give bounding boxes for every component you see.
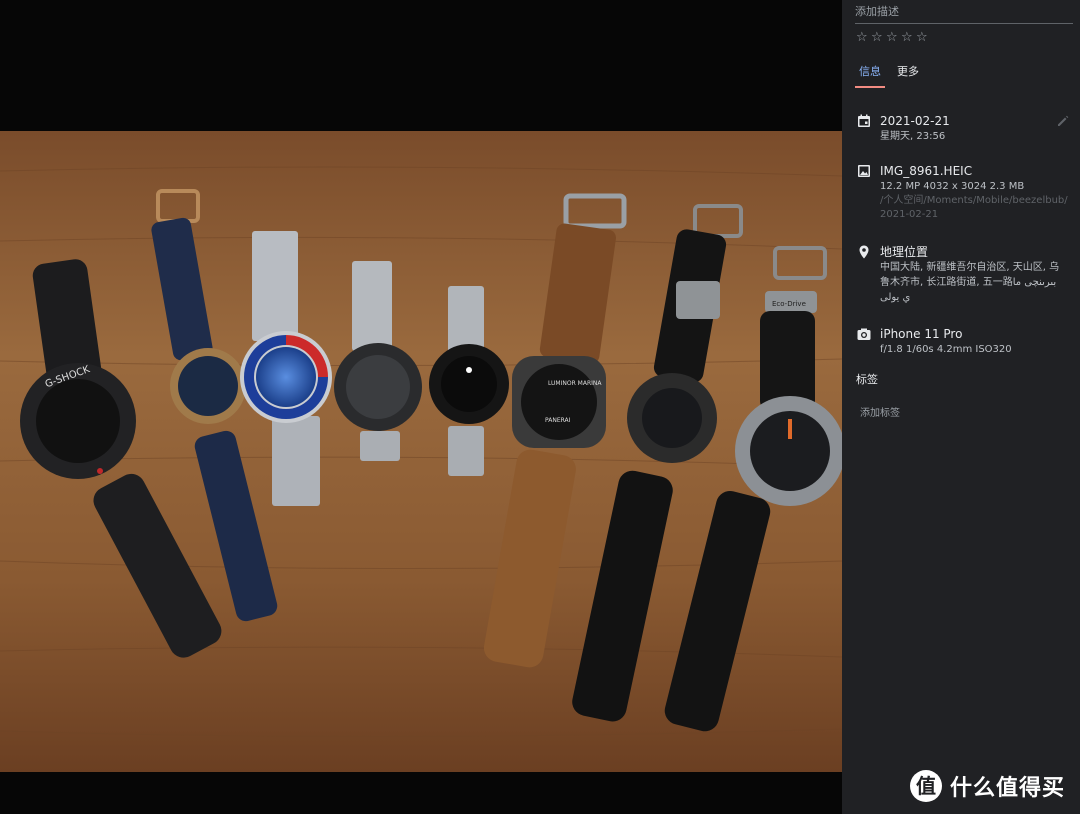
- panerai-text: PANERAI: [545, 417, 571, 424]
- location-pin-icon: [859, 245, 869, 259]
- file-path[interactable]: /个人空间/Moments/Mobile/beezelbub/: [880, 194, 1071, 208]
- location-line-3: ﻱ ﻳﻮﻟﻰ: [880, 292, 911, 303]
- rating-star-icon-1[interactable]: ☆: [856, 30, 868, 46]
- ecodrive-text: Eco-Drive: [772, 300, 806, 308]
- tab-more[interactable]: 更多: [893, 63, 923, 88]
- info-panel: 添加描述 ☆ ☆ ☆ ☆ ☆ 信息 更多 2021-02-21 星期天, 23:…: [842, 0, 1080, 814]
- watermark-logo: 值 什么值得买: [910, 770, 1065, 802]
- smzdm-logo-icon: 值: [910, 770, 942, 802]
- file-path-date: 2021-02-21: [880, 209, 939, 220]
- rating-star-icon-2[interactable]: ☆: [871, 30, 883, 46]
- tab-info[interactable]: 信息: [855, 63, 885, 88]
- rating-star-icon-4[interactable]: ☆: [901, 30, 913, 46]
- image-icon: [858, 165, 870, 177]
- smzdm-logo-text: 什么值得买: [950, 776, 1066, 801]
- description-input[interactable]: 添加描述: [855, 3, 1073, 24]
- calendar-icon: [858, 114, 870, 127]
- photo-date: 2021-02-21: [880, 114, 950, 128]
- info-tabs: 信息 更多: [855, 63, 923, 88]
- tags-heading: 标签: [856, 373, 878, 386]
- watch-collection-photo: G-SHOCK LUMINOR MARINA PANERAI Eco-Drive: [0, 131, 842, 772]
- location-line-2: 鲁木齐市, 长江路街道, 五一路ﺑﯩﺮﯨﻨﭽﻰ ﻣﺎ: [880, 277, 1057, 288]
- rating-star-icon-3[interactable]: ☆: [886, 30, 898, 46]
- file-name: IMG_8961.HEIC: [880, 164, 973, 178]
- photo-weekday-time: 星期天, 23:56: [880, 131, 946, 142]
- rating-stars: ☆ ☆ ☆ ☆ ☆: [856, 30, 928, 46]
- location-line-1: 中国大陆, 新疆维吾尔自治区, 天山区, 乌: [880, 262, 1060, 273]
- edit-pencil-icon[interactable]: [1056, 114, 1070, 128]
- camera-model: iPhone 11 Pro: [880, 327, 963, 341]
- camera-settings: f/1.8 1/60s 4.2mm ISO320: [880, 344, 1012, 355]
- file-specs: 12.2 MP 4032 x 3024 2.3 MB: [880, 181, 1025, 192]
- location-title: 地理位置: [880, 245, 929, 259]
- rating-star-icon-5[interactable]: ☆: [916, 30, 928, 46]
- photo-viewer: G-SHOCK LUMINOR MARINA PANERAI Eco-Drive: [0, 0, 842, 814]
- luminor-text: LUMINOR MARINA: [548, 380, 602, 387]
- camera-icon: [857, 328, 871, 340]
- add-tag-button[interactable]: 添加标签: [860, 404, 900, 419]
